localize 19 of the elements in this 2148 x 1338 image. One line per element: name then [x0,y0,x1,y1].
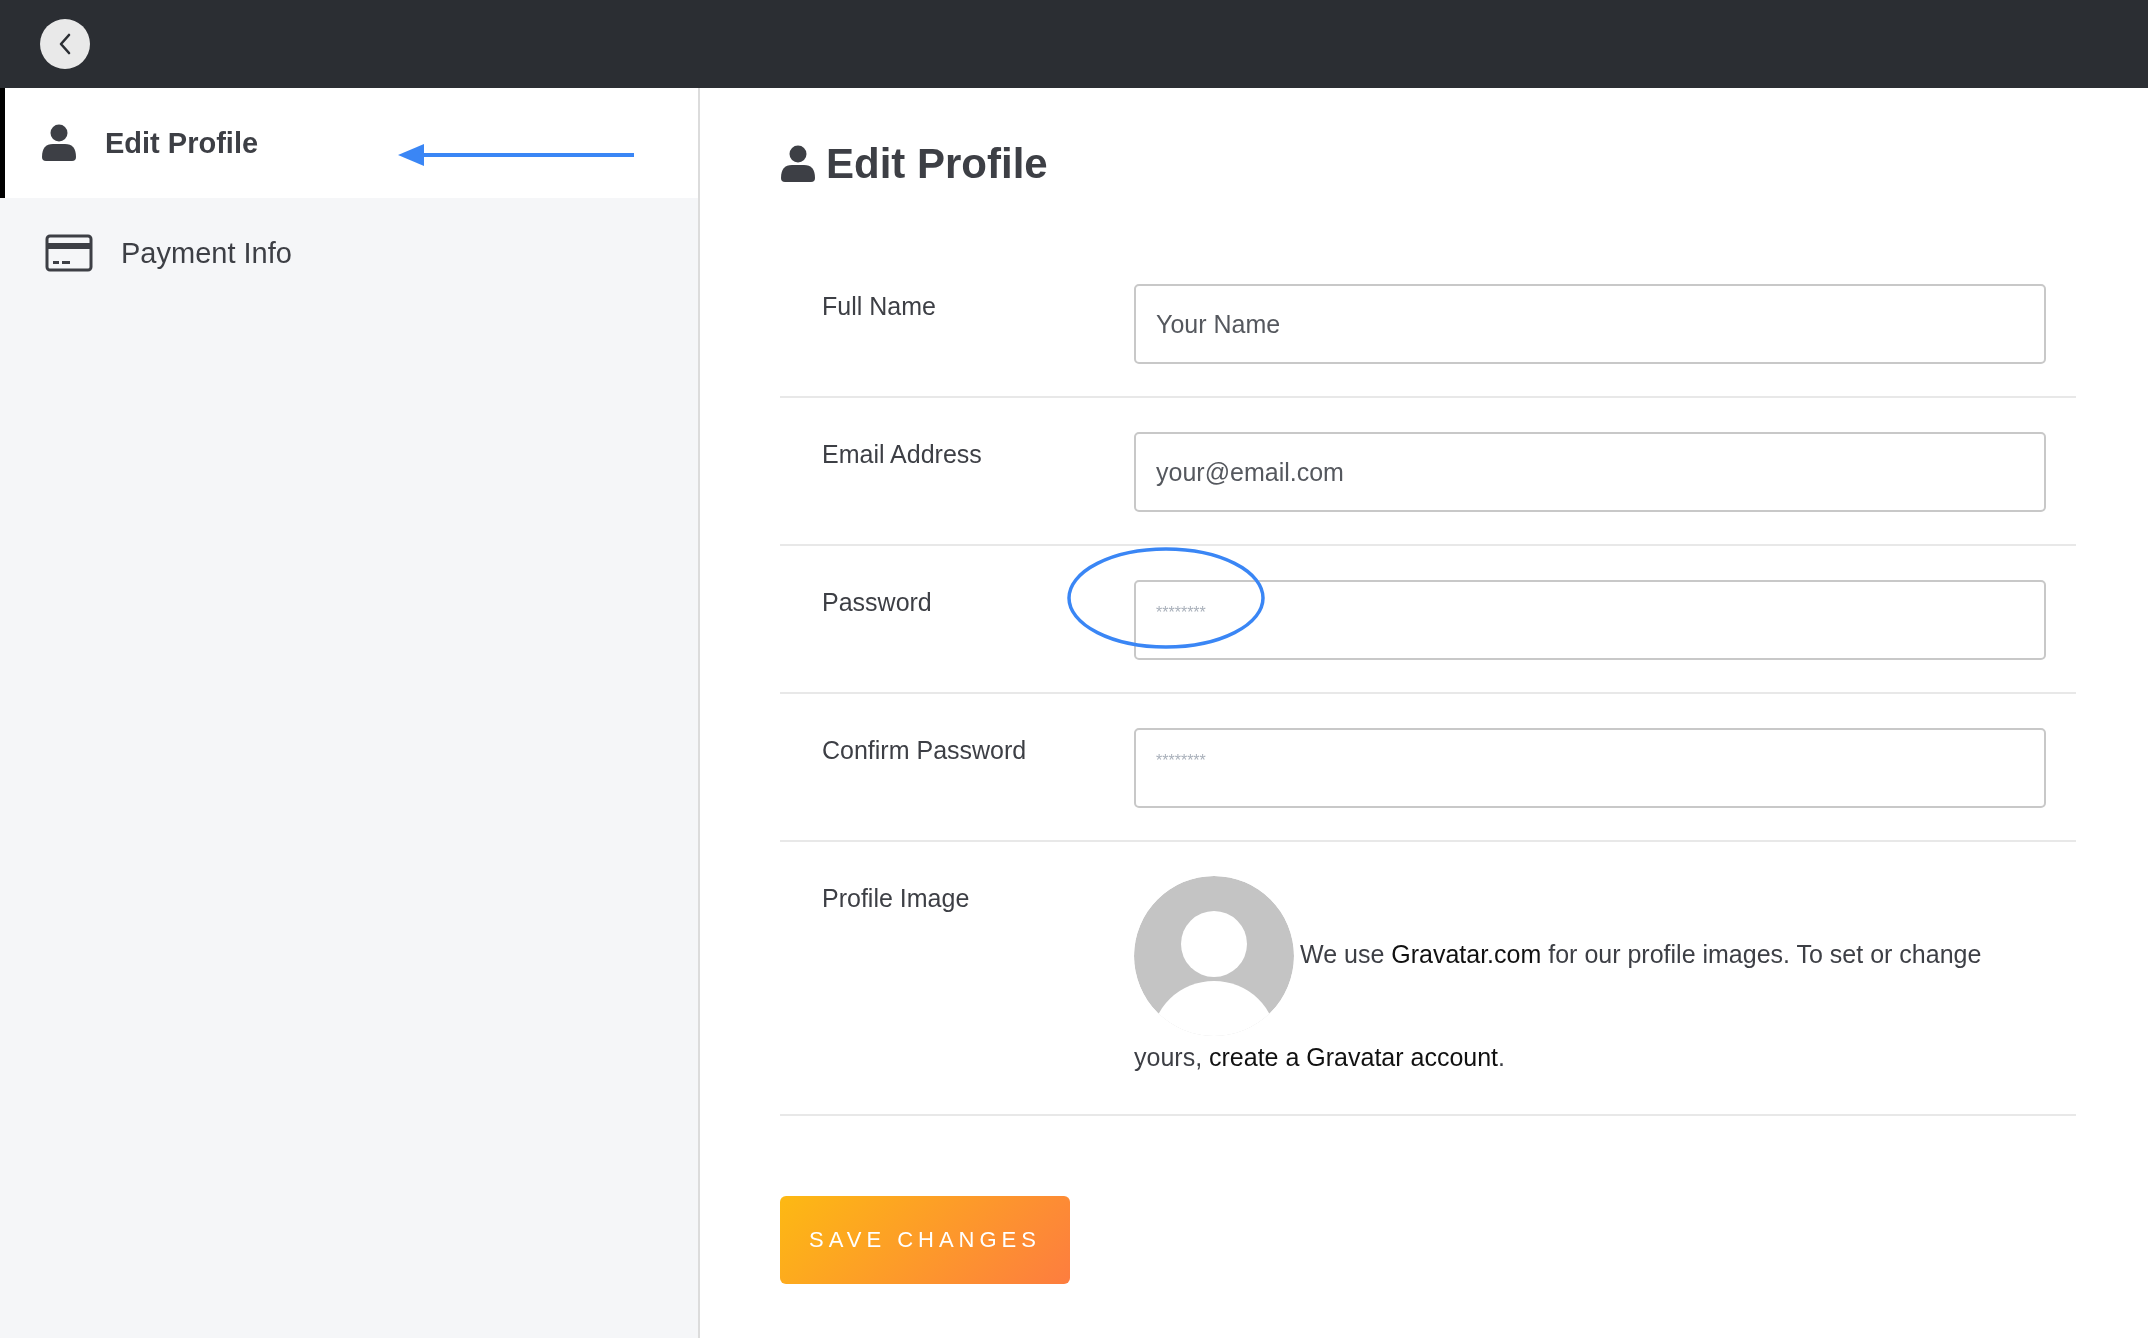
field-label: Full Name [821,291,937,321]
input-field[interactable]: your@email.com [1134,432,2046,512]
user-icon [780,145,816,183]
field-label: Confirm Password [821,735,1028,765]
sidebar-item[interactable]: Payment Info [0,198,698,308]
page-title-text: Edit Profile [826,140,1048,188]
sidebar-item[interactable]: Edit Profile [0,88,698,198]
input-field[interactable]: Your Name [1134,284,2046,364]
user-icon [41,124,77,162]
create-account-link[interactable]: create a Gravatar account [1209,1043,1499,1071]
gravatar-link[interactable]: Gravatar.com [1391,939,1542,968]
field-label: Profile Image [821,883,971,913]
input-field[interactable]: ******** [1134,580,2046,660]
input-field[interactable]: ******** [1134,728,2046,808]
credit-card-icon [45,234,93,272]
field-label: Password [821,587,933,617]
field-label: Email Address [821,439,983,469]
chevron-left-icon [57,32,73,56]
back-button[interactable] [40,19,90,69]
